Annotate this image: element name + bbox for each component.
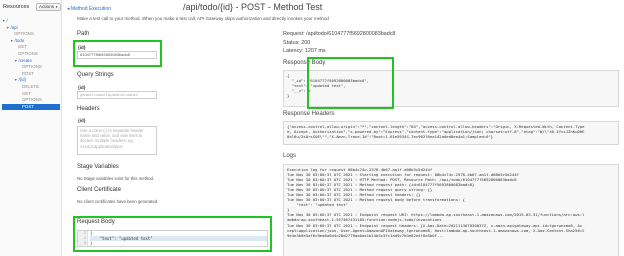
expand-triangle-icon[interactable]: ▼	[14, 59, 17, 63]
method-execution-link[interactable]: ◂ Method Execution	[67, 6, 111, 12]
resources-title: Resources	[3, 4, 30, 10]
response-body-line: }	[287, 93, 290, 99]
tree-item-label: POST	[22, 103, 34, 109]
log-line: 9e4e3b9e5af6c9ed0a9d4c28d2779aa0ae1b14b5…	[287, 232, 444, 238]
request-url: Request: /api/todo/6104777f5692800083bad…	[283, 31, 396, 37]
tree-item-label: POST	[22, 70, 34, 76]
page-title: /api/todo/{id} - POST - Method Test	[183, 2, 323, 12]
tree-resource-item[interactable]: ▼/create	[2, 58, 60, 65]
headers-textarea[interactable]: Use a colon (:) to separate header name …	[77, 126, 157, 155]
tree-method-item[interactable]: OPTIONS	[2, 64, 60, 71]
tree-item-label: /	[6, 18, 8, 23]
stage-variables-heading: Stage Variables	[77, 164, 119, 170]
tree-method-item[interactable]: OPTIONS	[2, 97, 60, 104]
resources-panel: Resources Actions▼ ▼/▼/api OPTIONS ▼/todo G…	[0, 0, 62, 256]
response-body-heading: Response Body	[283, 60, 326, 66]
tree-method-item[interactable]: POST	[2, 103, 60, 111]
chevron-down-icon: ▼	[55, 5, 59, 9]
path-heading: Path	[77, 31, 90, 37]
line-number: 3	[83, 241, 86, 245]
request-body-heading: Request Body	[77, 219, 115, 225]
expand-triangle-icon[interactable]: ▼	[14, 78, 17, 82]
code-line: }	[90, 241, 93, 246]
response-headers-heading: Response Headers	[283, 111, 335, 117]
tree-item-label: /api	[10, 24, 18, 30]
stage-variables-note: No Stage variables exist for this method…	[77, 176, 155, 181]
path-param-label: {id}	[78, 45, 86, 50]
tree-method-item[interactable]: GET	[2, 44, 60, 51]
tree-method-item[interactable]: GET	[2, 91, 60, 98]
latency-text: Latency: 1207 ms	[283, 48, 326, 54]
request-body-code: { "text": "updated text"}	[90, 231, 267, 246]
query-strings-input[interactable]: param1=value1&param2=value2	[77, 91, 157, 99]
tree-item-label: GET	[18, 44, 28, 50]
tree-method-item[interactable]: DELETE	[2, 84, 60, 91]
client-certificate-note: No client certificates have been generat…	[77, 199, 159, 204]
expand-triangle-icon[interactable]: ▼	[10, 39, 13, 43]
response-headers-output: {"access-control-allow-origin":"*","cont…	[283, 121, 619, 145]
logs-heading: Logs	[283, 153, 297, 159]
actions-button[interactable]: Actions▼	[36, 3, 61, 11]
headers-param-label: {id}	[78, 118, 86, 123]
tree-item-label: DELETE	[22, 83, 40, 89]
resources-header: Resources Actions▼	[0, 0, 62, 14]
expand-triangle-icon[interactable]: ▼	[2, 19, 5, 23]
tree-item-label: OPTIONS	[14, 31, 34, 37]
query-strings-heading: Query Strings	[77, 72, 114, 78]
response-header-line: 0kl6u/2kOrsSOE\"","X-Amzn-Trace-Id":"Roo…	[287, 134, 494, 140]
tree-method-item[interactable]: OPTIONS	[2, 31, 60, 38]
page-description: Make a test call to your method. When yo…	[77, 16, 329, 21]
line-number-gutter: 123	[78, 231, 88, 246]
log-line: Tue Nov 30 03:00:37 UTC 2021 : Endpoint …	[287, 222, 583, 228]
tree-item-label: OPTIONS	[22, 64, 42, 70]
tree-item-label: GET	[22, 90, 32, 96]
query-param-label: {id}	[78, 85, 86, 90]
request-body-editor[interactable]: 123 { "text": "updated text"}	[77, 230, 268, 247]
resource-tree: ▼/▼/api OPTIONS ▼/todo GET OPTIONS ▼/create OP…	[2, 18, 60, 111]
tree-item-label: /todo	[14, 37, 25, 43]
tree-resource-item[interactable]: ▼/{id}	[2, 77, 60, 84]
client-certificate-heading: Client Certificate	[77, 187, 122, 193]
tree-item-label: OPTIONS	[22, 97, 42, 103]
logs-output: Execution log for request 08b4c74c-2578-…	[283, 164, 619, 256]
headers-heading: Headers	[77, 106, 100, 112]
tree-item-label: /create	[18, 57, 32, 63]
tree-method-item[interactable]: POST	[2, 71, 60, 78]
tree-item-label: /{id}	[18, 77, 27, 83]
expand-triangle-icon[interactable]: ▼	[6, 26, 9, 30]
tree-item-label: OPTIONS	[18, 50, 38, 56]
tree-resource-item[interactable]: ▼/	[2, 18, 60, 25]
path-id-input[interactable]: 6104777f5692800083badc8	[77, 51, 157, 59]
tree-resource-item[interactable]: ▼/api	[2, 25, 60, 32]
tree-resource-item[interactable]: ▼/todo	[2, 38, 60, 45]
tree-method-item[interactable]: OPTIONS	[2, 51, 60, 58]
status-text: Status: 200	[283, 40, 311, 46]
log-line: cept=application/json, User-Agent=Amazon…	[287, 227, 585, 233]
actions-label: Actions	[39, 4, 55, 9]
response-body-output: { "_id": "6104777f5692800083badc8", "tex…	[283, 70, 619, 107]
